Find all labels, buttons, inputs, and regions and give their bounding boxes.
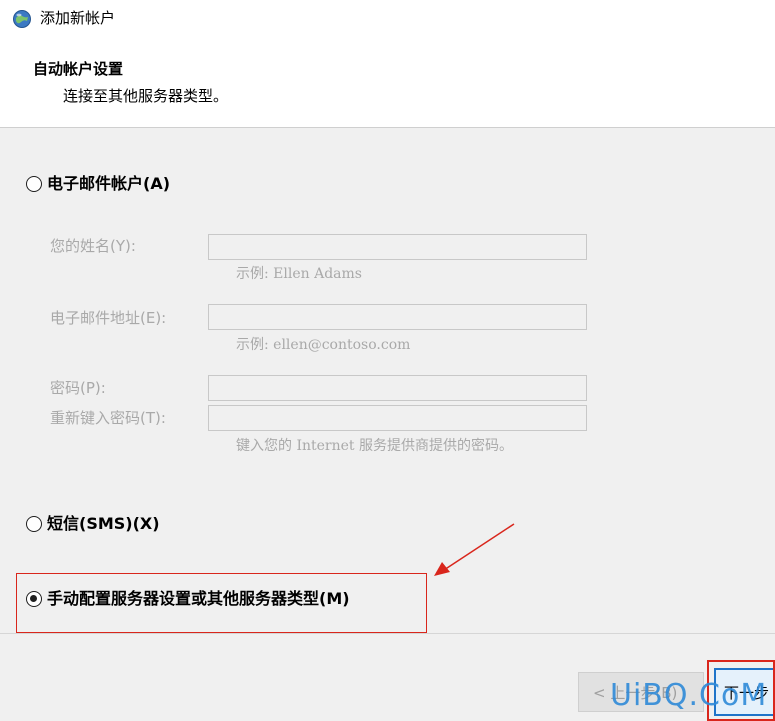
- password-input[interactable]: [208, 375, 587, 401]
- password-hint: 键入您的 Internet 服务提供商提供的密码。: [236, 438, 513, 454]
- page-subtitle: 连接至其他服务器类型。: [63, 87, 229, 105]
- annotation-highlight-box: [16, 573, 427, 633]
- password-label: 密码(P):: [50, 379, 106, 397]
- email-address-input[interactable]: [208, 304, 587, 330]
- email-example-hint: 示例: ellen@contoso.com: [236, 337, 411, 353]
- sms-option[interactable]: 短信(SMS)(X): [26, 514, 160, 534]
- retype-password-input[interactable]: [208, 405, 587, 431]
- annotation-arrow-icon: [434, 523, 515, 576]
- retype-password-label: 重新键入密码(T):: [50, 409, 166, 427]
- outlook-account-icon: [13, 10, 31, 28]
- sms-label: 短信(SMS)(X): [47, 514, 160, 533]
- email-account-option[interactable]: 电子邮件帐户(A): [26, 174, 170, 194]
- sms-radio[interactable]: [26, 516, 42, 532]
- email-account-label: 电子邮件帐户(A): [47, 174, 171, 193]
- name-label: 您的姓名(Y):: [50, 237, 136, 255]
- name-example-hint: 示例: Ellen Adams: [236, 266, 362, 282]
- title-bar: 添加新帐户: [0, 0, 775, 40]
- email-address-label: 电子邮件地址(E):: [50, 309, 167, 327]
- page-title: 自动帐户设置: [33, 60, 124, 78]
- email-account-radio[interactable]: [26, 176, 42, 192]
- name-input[interactable]: [208, 234, 587, 260]
- watermark: UiBQ.CoM: [610, 678, 768, 713]
- window-title: 添加新帐户: [40, 9, 116, 27]
